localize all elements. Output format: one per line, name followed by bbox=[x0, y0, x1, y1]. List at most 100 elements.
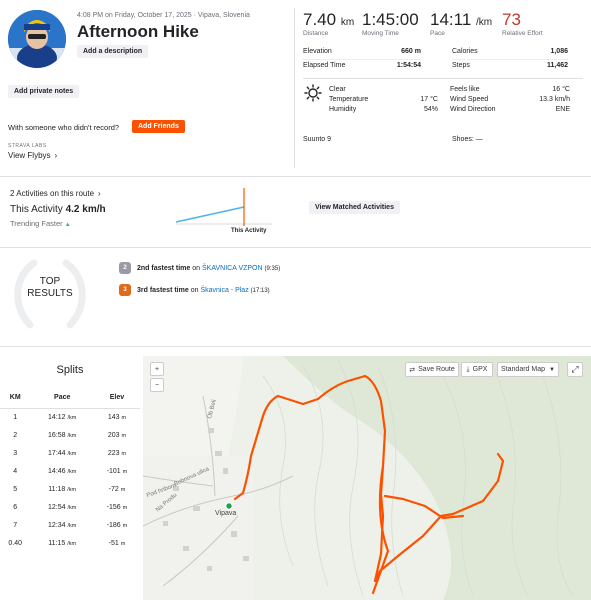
top-result-segment-link[interactable]: ŠKAVNICA VZPON bbox=[202, 265, 263, 272]
activities-on-route-label: 2 Activities on this route bbox=[10, 189, 95, 198]
trend-up-icon: ▲ bbox=[64, 222, 71, 228]
activities-on-route-link[interactable]: 2 Activities on this route › bbox=[10, 189, 101, 198]
pace-value: 14:11 bbox=[430, 10, 472, 29]
add-friends-button[interactable]: Add Friends bbox=[132, 120, 185, 133]
route-icon: ⇄ bbox=[409, 366, 416, 374]
top-result-rank: 2nd fastest time bbox=[137, 264, 191, 272]
fullscreen-button[interactable]: ⤢ bbox=[567, 362, 583, 377]
split-pace-unit: /km bbox=[67, 468, 77, 475]
zoom-in-button[interactable]: + bbox=[150, 362, 164, 376]
header-divider bbox=[294, 8, 295, 168]
split-elev-unit: m bbox=[120, 540, 126, 547]
view-matched-activities-button[interactable]: View Matched Activities bbox=[309, 201, 400, 214]
top-result-time: (17:13) bbox=[250, 287, 270, 294]
steps-value: 11,462 bbox=[546, 62, 568, 69]
pace-label: Pace bbox=[430, 30, 445, 37]
split-pace-value: 11:18 bbox=[48, 485, 66, 493]
chevron-right-icon: › bbox=[98, 189, 101, 198]
split-elev: 143 m bbox=[94, 408, 140, 426]
map-type-select[interactable]: Standard Map ▼ bbox=[497, 362, 559, 377]
split-elev-unit: m bbox=[121, 450, 127, 457]
top-result-on: on bbox=[190, 286, 199, 294]
split-elev: 223 m bbox=[94, 444, 140, 462]
town-label: Vipava bbox=[215, 510, 237, 517]
splits-table: KM Pace Elev 1 14:12 /km 143 m 2 16:58 /km 20… bbox=[0, 388, 140, 552]
table-row: 0.40 11:15 /km -51 m bbox=[0, 534, 140, 552]
table-row: 3 17:44 /km 223 m bbox=[0, 444, 140, 462]
section-divider-2 bbox=[0, 247, 591, 248]
download-icon: ⤓ bbox=[466, 365, 470, 373]
map-type-label: Standard Map bbox=[501, 366, 546, 373]
split-pace-value: 12:54 bbox=[48, 503, 66, 511]
split-pace-unit: /km bbox=[67, 540, 77, 547]
wind-speed-label: Wind Speed bbox=[450, 96, 489, 103]
stats-divider bbox=[303, 78, 583, 79]
add-description-button[interactable]: Add a description bbox=[77, 45, 149, 58]
moving-time-label: Moving Time bbox=[362, 30, 399, 37]
split-pace-unit: /km bbox=[67, 504, 77, 511]
chevron-right-icon: › bbox=[54, 151, 58, 160]
split-pace: 12:54 /km bbox=[30, 498, 93, 516]
split-pace-unit: /km bbox=[67, 522, 77, 529]
start-marker bbox=[225, 502, 233, 510]
detail-stats-left: Elevation 660 m Elapsed Time 1:54:54 bbox=[303, 48, 421, 74]
gpx-label: GPX bbox=[472, 366, 488, 373]
split-pace: 11:15 /km bbox=[30, 534, 93, 552]
split-elev-value: 223 bbox=[107, 449, 120, 457]
route-map[interactable] bbox=[143, 356, 591, 600]
elevation-value: 660 m bbox=[401, 48, 421, 55]
activity-title: Afternoon Hike bbox=[77, 22, 199, 41]
split-pace: 14:46 /km bbox=[30, 462, 93, 480]
trend-label: Trending Faster bbox=[10, 219, 63, 228]
distance-label: Distance bbox=[303, 30, 329, 37]
split-pace-value: 14:46 bbox=[48, 467, 66, 475]
this-activity-summary: This Activity 4.2 km/h bbox=[10, 204, 106, 215]
avatar[interactable] bbox=[8, 10, 66, 68]
view-flybys-link[interactable]: View Flybys › bbox=[8, 151, 57, 160]
gpx-button[interactable]: ⤓ GPX bbox=[461, 362, 493, 377]
fullscreen-icon: ⤢ bbox=[571, 364, 579, 374]
humidity-value: 54% bbox=[423, 106, 438, 113]
save-route-button[interactable]: ⇄ Save Route bbox=[405, 362, 459, 377]
this-activity-speed: 4.2 km/h bbox=[65, 204, 106, 215]
top-result-segment-link[interactable]: Škavnica - Plaz bbox=[200, 287, 248, 294]
split-pace-value: 14:12 bbox=[48, 413, 66, 421]
table-row: 5 11:18 /km -72 m bbox=[0, 480, 140, 498]
split-km: 3 bbox=[13, 449, 18, 457]
distance-stat: 7.40 km Distance bbox=[303, 10, 354, 37]
splits-header-pace: Pace bbox=[30, 388, 94, 409]
split-km: 4 bbox=[13, 467, 18, 475]
split-km: 5 bbox=[13, 485, 18, 493]
split-pace: 16:58 /km bbox=[30, 426, 93, 444]
split-elev: -186 m bbox=[94, 516, 140, 534]
chart-marker-label: This Activity bbox=[231, 228, 267, 234]
weather-right: Feels like 16 °C Wind Speed 13.3 km/h Wind… bbox=[450, 85, 570, 115]
trend-text: Trending Faster ▲ bbox=[10, 219, 71, 228]
split-elev: -101 m bbox=[94, 462, 140, 480]
split-elev-unit: m bbox=[121, 432, 127, 439]
moving-time-stat: 1:45:00 Moving Time bbox=[362, 10, 419, 37]
top-result-item: 3 3rd fastest time on Škavnica - Plaz (1… bbox=[119, 284, 270, 296]
relative-effort-stat[interactable]: 73 Relative Effort bbox=[502, 10, 543, 37]
sun-icon bbox=[304, 84, 322, 102]
split-elev-value: -51 bbox=[108, 539, 119, 547]
split-pace-unit: /km bbox=[67, 414, 77, 421]
feels-like-label: Feels like bbox=[450, 86, 480, 93]
weather-left: Clear Temperature 17 °C Humidity 54% bbox=[329, 85, 438, 115]
humidity-label: Humidity bbox=[329, 106, 357, 113]
zoom-out-button[interactable]: − bbox=[150, 378, 164, 392]
split-elev: -51 m bbox=[94, 534, 140, 552]
strava-labs-label: STRAVA LABS bbox=[8, 143, 47, 149]
top-result-on: on bbox=[192, 264, 201, 272]
split-elev-value: 143 bbox=[107, 413, 120, 421]
splits-header-elev: Elev bbox=[93, 388, 140, 409]
split-pace: 11:18 /km bbox=[30, 480, 93, 498]
activity-datetime-location: 4:08 PM on Friday, October 17, 2025 · Vi… bbox=[77, 12, 250, 19]
add-private-notes-button[interactable]: Add private notes bbox=[8, 85, 80, 98]
medal-silver-icon: 2 bbox=[119, 262, 131, 274]
top-results-heading-line1: TOP bbox=[39, 276, 61, 287]
split-km: 2 bbox=[13, 431, 18, 439]
top-result-item: 2 2nd fastest time on ŠKAVNICA VZPON (9:… bbox=[119, 262, 280, 274]
split-elev-value: -101 bbox=[106, 467, 121, 475]
calories-value: 1,086 bbox=[550, 48, 568, 55]
